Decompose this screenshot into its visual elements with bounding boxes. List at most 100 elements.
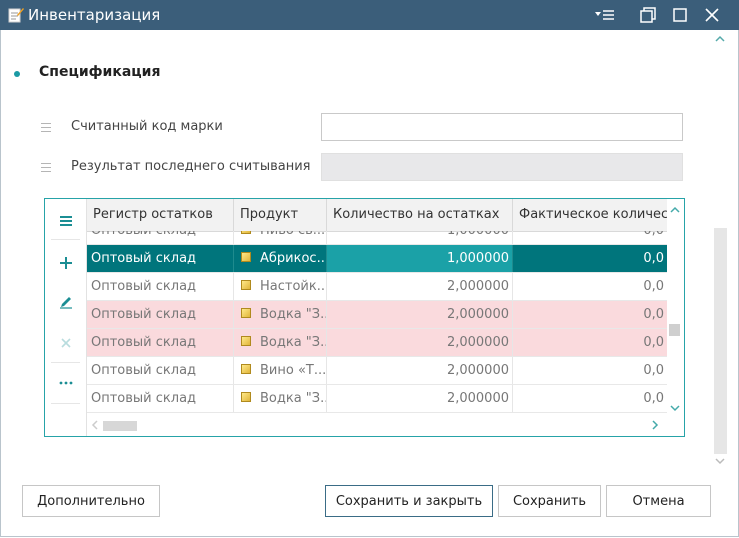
column-header-register[interactable]: Регистр остатков [87,199,234,231]
maximize-icon [673,8,687,22]
product-name: Пиво св... [260,231,325,244]
plus-icon [59,257,72,269]
product-name: Настойк... [260,279,327,294]
product-name: Абрикос... [260,251,327,266]
actual-quantity-cell: 0,0 [513,231,667,244]
scroll-down-icon[interactable] [669,404,681,412]
product-icon [241,280,251,290]
column-header-quantity[interactable]: Количество на остатках [327,199,513,231]
product-cell: Вино «Т... [234,357,327,384]
pencil-icon [59,297,72,309]
register-cell: Оптовый склад [87,385,234,412]
delete-x-icon [60,338,71,348]
actual-quantity-cell: 0,0 [643,251,664,266]
quantity-cell-active[interactable]: 1,000000 [327,245,513,272]
section-title: Спецификация [39,64,161,80]
quantity-cell: 2,000000 [327,357,513,384]
last-result-label: Результат последнего считывания [71,159,311,174]
close-icon [705,8,719,22]
register-cell: Оптовый склад [87,301,234,328]
product-cell: Пиво св... [234,231,327,244]
register-cell: Оптовый склад [87,329,234,356]
table-header: Регистр остатков Продукт Количество на о… [87,199,667,232]
quantity-cell: 2,000000 [327,329,513,356]
add-row-button[interactable] [45,250,86,276]
menu-dropdown-icon [595,10,614,20]
ellipsis-icon [59,381,72,385]
table-vertical-scrollbar[interactable] [667,199,684,415]
table-body: Оптовый склад Пиво св... 1,000000 0,0 Оп… [87,231,667,415]
hamburger-icon [59,216,72,226]
delete-row-button[interactable] [45,330,86,356]
table-row-highlighted[interactable]: Оптовый склад Водка "З... 2,000000 0,0 [87,329,667,357]
column-header-product[interactable]: Продукт [234,199,327,231]
table-row[interactable]: Оптовый склад Водка "З... 2,000000 0,0 [87,385,667,413]
edit-row-button[interactable] [45,289,86,315]
register-cell: Оптовый склад [87,273,234,300]
actual-quantity-cell: 0,0 [643,391,664,406]
product-name: Водка "З... [260,335,327,350]
table-row[interactable]: Оптовый склад Пиво св... 1,000000 0,0 [87,231,667,245]
scanned-code-input[interactable] [321,113,683,141]
product-icon [241,231,251,234]
quantity-cell: 2,000000 [327,273,513,300]
scroll-left-icon[interactable] [91,420,99,430]
product-icon [241,252,251,262]
actual-quantity-cell: 0,0 [643,335,664,350]
quantity-cell: 1,000000 [327,231,513,244]
register-cell: Оптовый склад [87,245,234,272]
table-menu-button[interactable] [45,208,86,234]
window-menu-button[interactable] [592,4,618,26]
table-row-selected[interactable]: Оптовый склад Абрикос... 1,000000 0,0 [87,245,667,273]
table-hscroll-thumb[interactable] [103,421,137,431]
product-icon [241,392,251,402]
product-icon [241,308,251,318]
table-row[interactable]: Оптовый склад Вино «Т... 2,000000 0,0 [87,357,667,385]
table-horizontal-scrollbar[interactable] [87,415,667,435]
title-bar: Инвентаризация [0,0,739,30]
last-result-field [321,153,683,181]
form-scrollbar-thumb[interactable] [714,228,727,454]
specification-table: Регистр остатков Продукт Количество на о… [44,198,685,437]
drag-handle-icon[interactable] [41,163,51,175]
drag-handle-icon[interactable] [41,123,51,135]
product-cell: Настойк... [234,273,327,300]
actual-quantity-cell: 0,0 [643,279,664,294]
product-name: Вино «Т... [260,363,327,378]
section-bullet [14,71,20,77]
document-edit-icon [8,8,24,23]
product-icon [241,364,251,374]
scroll-up-icon[interactable] [669,206,681,214]
table-scrollbar-thumb[interactable] [669,324,680,336]
product-cell: Абрикос... [234,245,327,272]
register-cell: Оптовый склад [87,231,234,244]
cancel-button[interactable]: Отмена [606,485,711,517]
maximize-window-button[interactable] [668,4,692,26]
more-button[interactable]: Дополнительно [22,485,160,517]
table-toolbar [45,199,87,436]
product-cell: Водка "З... [234,329,327,356]
more-actions-button[interactable] [45,370,86,396]
product-name: Водка "З... [260,391,327,406]
close-window-button[interactable] [700,4,724,26]
product-name: Водка "З... [260,307,327,322]
scroll-up-icon[interactable] [713,34,727,44]
product-cell: Водка "З... [234,385,327,412]
column-header-actual-quantity[interactable]: Фактическое количество [513,199,667,231]
actual-quantity-cell: 0,0 [643,307,664,322]
quantity-cell: 2,000000 [327,301,513,328]
product-icon [241,336,251,346]
save-and-close-button[interactable]: Сохранить и закрыть [325,485,493,517]
table-row-highlighted[interactable]: Оптовый склад Водка "З... 2,000000 0,0 [87,301,667,329]
save-button[interactable]: Сохранить [498,485,601,517]
product-cell: Водка "З... [234,301,327,328]
table-row[interactable]: Оптовый склад Настойк... 2,000000 0,0 [87,273,667,301]
restore-window-button[interactable] [636,4,660,26]
scroll-down-icon[interactable] [713,456,727,466]
quantity-cell: 2,000000 [327,385,513,412]
register-cell: Оптовый склад [87,357,234,384]
scroll-right-icon[interactable] [651,420,659,430]
restore-icon [640,7,656,23]
scanned-code-label: Считанный код марки [71,119,223,134]
actual-quantity-cell: 0,0 [643,363,664,378]
